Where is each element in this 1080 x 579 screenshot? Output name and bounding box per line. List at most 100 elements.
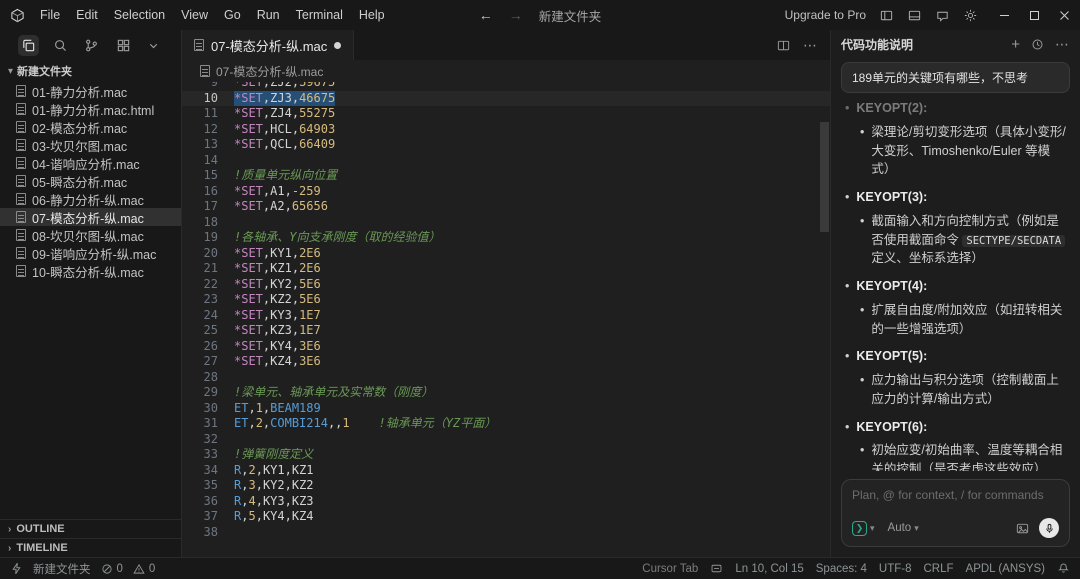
maximize-button[interactable] — [1029, 10, 1040, 21]
file-item[interactable]: 08-坎贝尔图-纵.mac — [0, 226, 181, 244]
editor-more-actions-icon[interactable]: ⋯ — [803, 38, 818, 52]
file-item[interactable]: 05-瞬态分析.mac — [0, 172, 181, 190]
code-line[interactable]: 15 !质量单元纵向位置 — [182, 168, 830, 184]
file-item[interactable]: 10-瞬态分析-纵.mac — [0, 262, 181, 280]
cursor-tab-toggle-icon[interactable] — [710, 562, 723, 575]
chat-input-placeholder[interactable]: Plan, @ for context, / for commands — [852, 488, 1059, 502]
code-line[interactable]: 10 *SET,ZJ3,46675 — [182, 90, 830, 106]
code-line[interactable]: 19 !各轴承、Y向支承刚度（取的经验值） — [182, 230, 830, 246]
user-message-bubble[interactable]: 189单元的关键项有哪些，不思考 — [841, 62, 1070, 93]
code-line[interactable]: 11 *SET,ZJ4,55275 — [182, 106, 830, 122]
code-line[interactable]: 27 *SET,KZ4,3E6 — [182, 354, 830, 370]
status-folder[interactable]: 新建文件夹 — [33, 561, 91, 577]
line-number: 18 — [203, 214, 218, 229]
chat-more-icon[interactable]: ⋯ — [1055, 37, 1070, 51]
chat-input-box[interactable]: Plan, @ for context, / for commands ❯ ▾ … — [841, 479, 1070, 547]
remote-icon[interactable] — [10, 562, 23, 575]
language-mode[interactable]: APDL (ANSYS) — [966, 563, 1045, 575]
code-line[interactable]: 32 — [182, 432, 830, 448]
menu-edit[interactable]: Edit — [69, 6, 105, 24]
menu-run[interactable]: Run — [250, 6, 287, 24]
mode-selector[interactable]: ❯ ▾ — [852, 520, 875, 536]
modified-dot-icon[interactable] — [334, 41, 342, 49]
editor-scrollbar[interactable] — [820, 82, 829, 557]
code-line[interactable]: 22 *SET,KY2,5E6 — [182, 277, 830, 293]
code-line[interactable]: 37 R,5,KY4,KZ4 — [182, 509, 830, 525]
attach-image-icon[interactable] — [1015, 521, 1030, 536]
layout-panel-icon[interactable] — [907, 8, 922, 23]
forward-arrow-icon[interactable]: → — [509, 7, 523, 23]
code-line[interactable]: 38 — [182, 525, 830, 541]
close-button[interactable] — [1059, 10, 1070, 21]
file-item[interactable]: 06-静力分析-纵.mac — [0, 190, 181, 208]
explorer-folder-header[interactable]: ▾ 新建文件夹 — [0, 60, 181, 82]
code-editor[interactable]: 9 *SET,ZJ2,39675 10 *SET,ZJ3,46675 11 *SET,ZJ… — [182, 82, 830, 557]
cursor-position[interactable]: Ln 10, Col 15 — [735, 563, 803, 575]
settings-gear-icon[interactable] — [963, 8, 978, 23]
source-control-icon[interactable] — [81, 35, 102, 56]
new-chat-icon[interactable]: + — [1011, 37, 1020, 52]
explorer-icon[interactable] — [18, 34, 39, 56]
code-line[interactable]: 35 R,3,KY2,KZ2 — [182, 478, 830, 494]
tab-active-file[interactable]: 07-模态分析-纵.mac — [182, 30, 355, 60]
file-item[interactable]: 09-谐响应分析-纵.mac — [0, 244, 181, 262]
indentation-status[interactable]: Spaces: 4 — [816, 563, 867, 575]
file-list: 01-静力分析.mac 01-静力分析.mac.html 02-模态分析.mac 03… — [0, 82, 181, 280]
encoding-status[interactable]: UTF-8 — [879, 563, 912, 575]
code-line[interactable]: 16 *SET,A1,-259 — [182, 184, 830, 200]
chevron-down-icon[interactable] — [144, 36, 163, 55]
code-line[interactable]: 34 R,2,KY1,KZ1 — [182, 463, 830, 479]
code-line[interactable]: 25 *SET,KZ3,1E7 — [182, 323, 830, 339]
cursor-tab-status[interactable]: Cursor Tab — [642, 563, 698, 575]
code-line[interactable]: 29 !梁单元、轴承单元及实常数（刚度） — [182, 385, 830, 401]
code-line[interactable]: 9 *SET,ZJ2,39675 — [182, 82, 830, 91]
sidebar-section-outline[interactable]: › OUTLINE — [0, 519, 181, 538]
search-icon[interactable] — [50, 35, 71, 56]
breadcrumb[interactable]: 07-模态分析-纵.mac — [182, 60, 830, 82]
minimize-button[interactable] — [999, 10, 1010, 21]
code-line[interactable]: 28 — [182, 370, 830, 386]
menu-selection[interactable]: Selection — [107, 6, 172, 24]
menu-file[interactable]: File — [33, 6, 67, 24]
file-item[interactable]: 01-静力分析.mac.html — [0, 100, 181, 118]
model-auto-dropdown[interactable]: Auto ▾ — [888, 522, 919, 534]
code-line[interactable]: 13 *SET,QCL,66409 — [182, 137, 830, 153]
sidebar-section-timeline[interactable]: › TIMELINE — [0, 538, 181, 557]
upgrade-to-pro-link[interactable]: Upgrade to Pro — [785, 8, 866, 22]
back-arrow-icon[interactable]: ← — [479, 7, 493, 23]
file-item[interactable]: 02-模态分析.mac — [0, 118, 181, 136]
code-line[interactable]: 18 — [182, 215, 830, 231]
code-line[interactable]: 33 !弹簧刚度定义 — [182, 447, 830, 463]
line-number: 26 — [203, 338, 218, 353]
errors-indicator[interactable]: 0 — [101, 563, 123, 575]
extensions-icon[interactable] — [113, 35, 134, 56]
file-item[interactable]: 07-模态分析-纵.mac — [0, 208, 181, 226]
code-line[interactable]: 21 *SET,KZ1,2E6 — [182, 261, 830, 277]
code-line[interactable]: 23 *SET,KZ2,5E6 — [182, 292, 830, 308]
chat-history-icon[interactable] — [1031, 38, 1044, 51]
code-line[interactable]: 30 ET,1,BEAM189 — [182, 401, 830, 417]
code-line[interactable]: 26 *SET,KY4,3E6 — [182, 339, 830, 355]
file-item[interactable]: 03-坎贝尔图.mac — [0, 136, 181, 154]
layout-sidebar-icon[interactable] — [879, 8, 894, 23]
menu-view[interactable]: View — [174, 6, 215, 24]
voice-mic-button[interactable] — [1039, 518, 1059, 538]
code-line[interactable]: 31 ET,2,COMBI214,,1 !轴承单元（YZ平面） — [182, 416, 830, 432]
warnings-indicator[interactable]: 0 — [133, 563, 155, 575]
notifications-bell-icon[interactable] — [1057, 562, 1070, 575]
code-line[interactable]: 14 — [182, 153, 830, 169]
menu-help[interactable]: Help — [352, 6, 392, 24]
chat-bubble-icon[interactable] — [935, 8, 950, 23]
code-line[interactable]: 20 *SET,KY1,2E6 — [182, 246, 830, 262]
chat-bullet-item: • 应力输出与积分选项（控制截面上应力的计算/输出方式） — [845, 371, 1068, 409]
file-item[interactable]: 01-静力分析.mac — [0, 82, 181, 100]
code-line[interactable]: 24 *SET,KY3,1E7 — [182, 308, 830, 324]
code-line[interactable]: 12 *SET,HCL,64903 — [182, 122, 830, 138]
menu-go[interactable]: Go — [217, 6, 248, 24]
eol-status[interactable]: CRLF — [924, 563, 954, 575]
menu-terminal[interactable]: Terminal — [289, 6, 350, 24]
code-line[interactable]: 17 *SET,A2,65656 — [182, 199, 830, 215]
file-item[interactable]: 04-谐响应分析.mac — [0, 154, 181, 172]
split-editor-icon[interactable] — [776, 38, 791, 53]
code-line[interactable]: 36 R,4,KY3,KZ3 — [182, 494, 830, 510]
